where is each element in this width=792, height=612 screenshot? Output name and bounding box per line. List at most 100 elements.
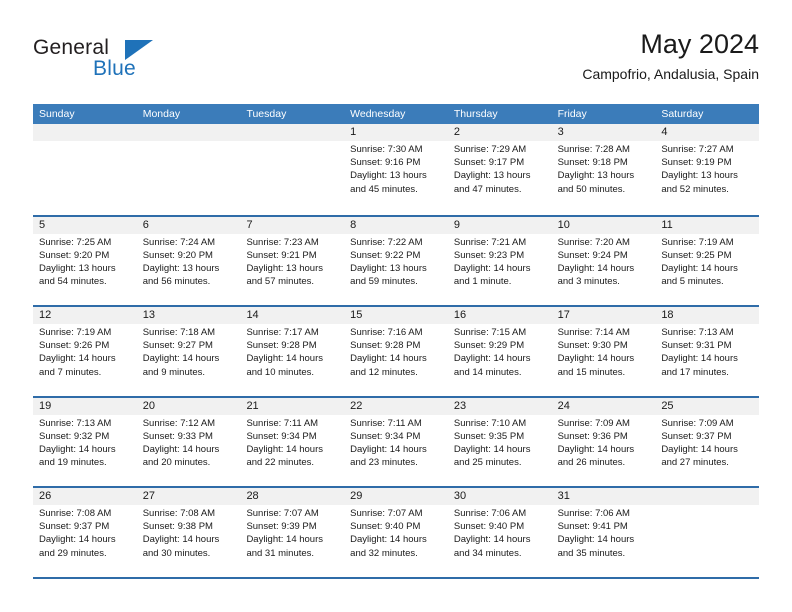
daylight-duration-line1: Daylight: 14 hours bbox=[39, 443, 116, 455]
calendar-day-cell[interactable]: 18 Sunrise: 7:13 AM Sunset: 9:31 PM Dayligh… bbox=[655, 307, 760, 396]
calendar-day-cell-empty bbox=[240, 124, 345, 215]
day-number: 21 bbox=[240, 397, 345, 415]
daylight-duration-line2: and 54 minutes. bbox=[39, 276, 107, 288]
day-details: Sunrise: 7:24 AM Sunset: 9:20 PM Daylight:… bbox=[137, 234, 241, 289]
day-details: Sunrise: 7:06 AM Sunset: 9:41 PM Daylight:… bbox=[552, 505, 656, 560]
sunrise-time: Sunrise: 7:13 AM bbox=[39, 417, 112, 429]
calendar-day-cell[interactable]: 14 Sunrise: 7:17 AM Sunset: 9:28 PM Dayligh… bbox=[240, 307, 345, 396]
general-blue-logo[interactable]: General Blue bbox=[33, 36, 213, 86]
day-details: Sunrise: 7:28 AM Sunset: 9:18 PM Daylight:… bbox=[552, 141, 656, 196]
calendar-day-cell[interactable]: 4 Sunrise: 7:27 AM Sunset: 9:19 PM Daylight… bbox=[655, 124, 760, 215]
daylight-duration-line1: Daylight: 14 hours bbox=[39, 534, 116, 546]
calendar-day-cell[interactable]: 2 Sunrise: 7:29 AM Sunset: 9:17 PM Daylight… bbox=[447, 124, 552, 215]
sunset-time: Sunset: 9:27 PM bbox=[142, 340, 213, 352]
sunset-time: Sunset: 9:24 PM bbox=[557, 249, 628, 261]
daylight-duration-line1: Daylight: 14 hours bbox=[246, 443, 324, 455]
sunrise-time: Sunrise: 7:08 AM bbox=[39, 508, 112, 519]
calendar-day-cell[interactable]: 6 Sunrise: 7:24 AM Sunset: 9:20 PM Daylight… bbox=[136, 216, 241, 305]
day-number: 23 bbox=[447, 397, 552, 415]
day-details: Sunrise: 7:07 AM Sunset: 9:39 PM Daylight:… bbox=[240, 505, 344, 560]
calendar-day-cell[interactable]: 20 Sunrise: 7:12 AM Sunset: 9:33 PM Dayligh… bbox=[136, 397, 241, 486]
calendar-day-cell[interactable]: 30 Sunrise: 7:06 AM Sunset: 9:40 PM Dayligh… bbox=[447, 488, 552, 577]
daylight-duration-line1: Daylight: 14 hours bbox=[557, 534, 635, 546]
calendar-day-cell[interactable]: 26 Sunrise: 7:08 AM Sunset: 9:37 PM Dayligh… bbox=[33, 488, 137, 577]
calendar-day-cell[interactable]: 5 Sunrise: 7:25 AM Sunset: 9:20 PM Daylight… bbox=[33, 216, 137, 305]
sunrise-time: Sunrise: 7:14 AM bbox=[557, 327, 630, 338]
calendar-day-cell[interactable]: 19 Sunrise: 7:13 AM Sunset: 9:32 PM Dayligh… bbox=[33, 397, 137, 486]
daylight-duration-line2: and 30 minutes. bbox=[142, 547, 211, 559]
daylight-duration-line2: and 59 minutes. bbox=[350, 276, 418, 288]
sunrise-time: Sunrise: 7:22 AM bbox=[350, 236, 423, 248]
day-number: 11 bbox=[655, 216, 760, 234]
calendar-day-cell[interactable]: 12 Sunrise: 7:19 AM Sunset: 9:26 PM Dayligh… bbox=[33, 307, 137, 396]
sunrise-time: Sunrise: 7:06 AM bbox=[453, 508, 527, 519]
day-details: Sunrise: 7:12 AM Sunset: 9:33 PM Daylight:… bbox=[137, 415, 241, 470]
calendar-page: General Blue May 2024 Campofrio, Andalus… bbox=[0, 0, 792, 612]
sunset-time: Sunset: 9:37 PM bbox=[39, 521, 110, 533]
calendar-day-cell[interactable]: 27 Sunrise: 7:08 AM Sunset: 9:38 PM Dayligh… bbox=[136, 488, 241, 577]
calendar-week-row: 12 Sunrise: 7:19 AM Sunset: 9:26 PM Dayligh… bbox=[33, 305, 760, 396]
daylight-duration-line2: and 14 minutes. bbox=[453, 366, 522, 378]
calendar-day-cell[interactable]: 17 Sunrise: 7:14 AM Sunset: 9:30 PM Dayligh… bbox=[551, 307, 656, 396]
daylight-duration-line2: and 34 minutes. bbox=[453, 547, 522, 559]
daylight-duration-line2: and 19 minutes. bbox=[39, 457, 107, 469]
sunset-time: Sunset: 9:19 PM bbox=[661, 157, 732, 169]
calendar-day-cell[interactable]: 13 Sunrise: 7:18 AM Sunset: 9:27 PM Dayligh… bbox=[136, 307, 241, 396]
calendar-day-cell[interactable]: 31 Sunrise: 7:06 AM Sunset: 9:41 PM Dayligh… bbox=[551, 488, 656, 577]
calendar-day-cell[interactable]: 24 Sunrise: 7:09 AM Sunset: 9:36 PM Dayligh… bbox=[551, 397, 656, 486]
calendar-day-cell[interactable]: 10 Sunrise: 7:20 AM Sunset: 9:24 PM Dayligh… bbox=[551, 216, 656, 305]
daylight-duration-line1: Daylight: 14 hours bbox=[661, 443, 738, 455]
day-number: 4 bbox=[655, 124, 760, 141]
day-number: 2 bbox=[447, 124, 552, 141]
calendar-day-cell[interactable]: 7 Sunrise: 7:23 AM Sunset: 9:21 PM Daylight… bbox=[240, 216, 345, 305]
weekday-header-row: Sunday Monday Tuesday Wednesday Thursday… bbox=[33, 104, 759, 124]
day-number bbox=[655, 488, 760, 505]
day-details: Sunrise: 7:29 AM Sunset: 9:17 PM Daylight:… bbox=[448, 141, 552, 196]
daylight-duration-line2: and 50 minutes. bbox=[557, 183, 626, 195]
calendar-day-cell[interactable]: 9 Sunrise: 7:21 AM Sunset: 9:23 PM Daylight… bbox=[447, 216, 552, 305]
page-header: General Blue May 2024 Campofrio, Andalus… bbox=[33, 28, 759, 96]
calendar-day-cell[interactable]: 1 Sunrise: 7:30 AM Sunset: 9:16 PM Daylight… bbox=[344, 124, 448, 215]
calendar-day-cell[interactable]: 3 Sunrise: 7:28 AM Sunset: 9:18 PM Daylight… bbox=[551, 124, 656, 215]
day-number: 7 bbox=[240, 216, 345, 234]
day-details: Sunrise: 7:06 AM Sunset: 9:40 PM Daylight:… bbox=[448, 505, 552, 560]
day-number: 24 bbox=[551, 397, 656, 415]
day-number: 14 bbox=[240, 307, 345, 324]
day-number: 25 bbox=[655, 397, 760, 415]
weekday-header-tuesday: Tuesday bbox=[246, 108, 287, 120]
calendar-day-cell[interactable]: 21 Sunrise: 7:11 AM Sunset: 9:34 PM Dayligh… bbox=[240, 397, 345, 486]
daylight-duration-line2: and 32 minutes. bbox=[350, 547, 418, 559]
calendar-day-cell[interactable]: 23 Sunrise: 7:10 AM Sunset: 9:35 PM Dayligh… bbox=[447, 397, 552, 486]
calendar-day-cell[interactable]: 8 Sunrise: 7:22 AM Sunset: 9:22 PM Daylight… bbox=[344, 216, 448, 305]
calendar-day-cell[interactable]: 11 Sunrise: 7:19 AM Sunset: 9:25 PM Dayligh… bbox=[655, 216, 760, 305]
calendar-day-cell[interactable]: 29 Sunrise: 7:07 AM Sunset: 9:40 PM Dayligh… bbox=[344, 488, 448, 577]
daylight-duration-line1: Daylight: 14 hours bbox=[246, 534, 324, 546]
daylight-duration-line1: Daylight: 14 hours bbox=[453, 443, 531, 455]
calendar-grid: Sunday Monday Tuesday Wednesday Thursday… bbox=[33, 104, 760, 579]
sunset-time: Sunset: 9:20 PM bbox=[142, 249, 213, 261]
logo-text-blue: Blue bbox=[93, 57, 136, 80]
sunset-time: Sunset: 9:40 PM bbox=[453, 521, 525, 533]
calendar-day-cell[interactable]: 28 Sunrise: 7:07 AM Sunset: 9:39 PM Dayligh… bbox=[240, 488, 345, 577]
calendar-day-cell[interactable]: 15 Sunrise: 7:16 AM Sunset: 9:28 PM Dayligh… bbox=[344, 307, 448, 396]
day-number: 5 bbox=[33, 216, 137, 234]
sunset-time: Sunset: 9:39 PM bbox=[246, 521, 317, 533]
sunrise-time: Sunrise: 7:15 AM bbox=[453, 327, 527, 338]
daylight-duration-line2: and 12 minutes. bbox=[350, 366, 418, 378]
sunrise-time: Sunrise: 7:27 AM bbox=[661, 144, 734, 155]
sunrise-time: Sunrise: 7:19 AM bbox=[39, 327, 112, 338]
weekday-header-saturday: Saturday bbox=[661, 108, 704, 120]
day-number bbox=[136, 124, 241, 141]
day-number: 8 bbox=[344, 216, 448, 234]
calendar-day-cell[interactable]: 16 Sunrise: 7:15 AM Sunset: 9:29 PM Dayligh… bbox=[447, 307, 552, 396]
calendar-day-cell[interactable]: 22 Sunrise: 7:11 AM Sunset: 9:34 PM Dayligh… bbox=[344, 397, 448, 486]
daylight-duration-line2: and 15 minutes. bbox=[557, 366, 626, 378]
daylight-duration-line2: and 47 minutes. bbox=[453, 183, 522, 195]
day-number: 6 bbox=[136, 216, 241, 234]
sunrise-time: Sunrise: 7:12 AM bbox=[142, 417, 216, 429]
calendar-day-cell[interactable]: 25 Sunrise: 7:09 AM Sunset: 9:37 PM Dayligh… bbox=[655, 397, 760, 486]
sunset-time: Sunset: 9:33 PM bbox=[142, 430, 213, 442]
calendar-day-cell-empty bbox=[33, 124, 137, 215]
sunrise-time: Sunrise: 7:17 AM bbox=[246, 327, 319, 338]
day-number: 3 bbox=[551, 124, 656, 141]
